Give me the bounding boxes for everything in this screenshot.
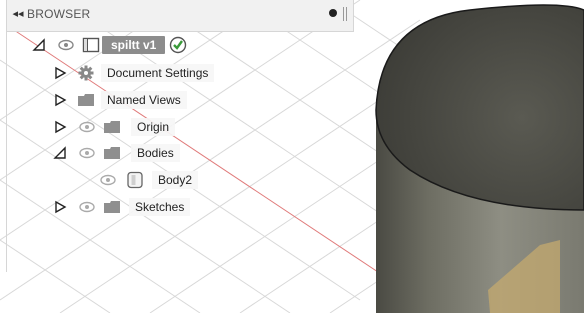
tree-item-document-settings[interactable]: Document Settings [53, 62, 215, 84]
tree-item-label: Origin [131, 118, 176, 136]
panel-edge [6, 32, 7, 272]
tree-item-origin[interactable]: Origin [53, 116, 176, 138]
expand-toggle-icon[interactable] [53, 200, 67, 214]
tree-item-label: Body2 [152, 171, 199, 189]
component-icon [82, 37, 100, 53]
tree-item-named-views[interactable]: Named Views [53, 89, 187, 111]
body-icon [126, 171, 144, 189]
visibility-eye-icon[interactable] [58, 38, 74, 52]
folder-icon [103, 199, 121, 215]
tree-item-body2[interactable]: Body2 [100, 169, 199, 191]
cylinder-body[interactable] [375, 4, 584, 313]
expand-toggle-icon[interactable] [53, 120, 67, 134]
tree-item-label: Named Views [101, 91, 187, 109]
tree-item-label: Bodies [131, 144, 180, 162]
browser-title: BROWSER [27, 7, 91, 21]
folder-icon [77, 92, 95, 108]
panel-resize-grip[interactable] [343, 7, 347, 21]
folder-icon [103, 119, 121, 135]
tree-item-label: Sketches [129, 198, 191, 216]
collapse-panel-button[interactable]: ◂◂ [11, 6, 25, 22]
expand-toggle-icon[interactable] [53, 146, 67, 160]
expand-toggle-icon[interactable] [53, 66, 67, 80]
expand-toggle-icon[interactable] [32, 38, 46, 52]
check-badge-icon [169, 36, 187, 54]
visibility-eye-icon[interactable] [79, 120, 95, 134]
tree-item-bodies[interactable]: Bodies [53, 142, 180, 164]
tree-item-label: Document Settings [101, 64, 215, 82]
gear-icon [77, 65, 95, 81]
pin-icon[interactable] [329, 9, 337, 17]
visibility-eye-icon[interactable] [79, 146, 95, 160]
browser-panel-header: ◂◂ BROWSER [6, 0, 354, 32]
visibility-eye-icon[interactable] [100, 173, 116, 187]
folder-icon [103, 145, 121, 161]
tree-root-row[interactable]: spiltt v1 [32, 34, 187, 56]
root-component-label[interactable]: spiltt v1 [102, 36, 166, 54]
visibility-eye-icon[interactable] [79, 200, 95, 214]
tree-item-sketches[interactable]: Sketches [53, 196, 191, 218]
expand-toggle-icon[interactable] [53, 93, 67, 107]
